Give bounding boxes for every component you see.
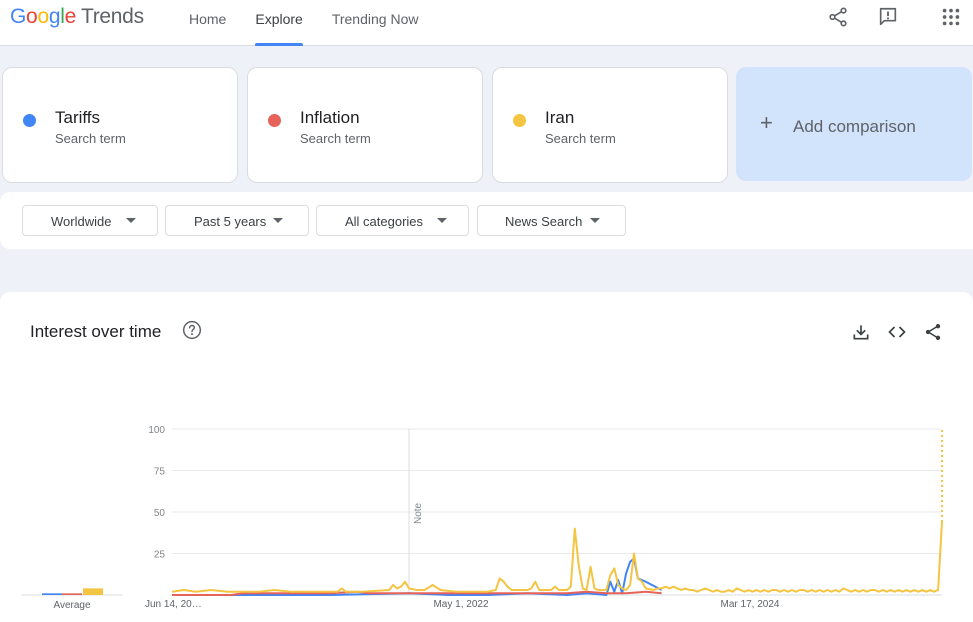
y-tick-label: 50 bbox=[154, 508, 166, 519]
y-tick-label: 100 bbox=[148, 425, 165, 436]
average-bar bbox=[83, 588, 103, 595]
x-tick-label: Jun 14, 20… bbox=[145, 599, 202, 610]
note-label: Note bbox=[413, 502, 424, 524]
interest-over-time-chart: 25 50 75 100 Note Jun 14, 20… May 1, 2022 Mar 1… bbox=[22, 425, 943, 611]
series-line-iran bbox=[171, 521, 943, 593]
y-tick-label: 25 bbox=[154, 550, 166, 561]
y-tick-label: 75 bbox=[154, 467, 166, 478]
average-label: Average bbox=[53, 600, 91, 611]
x-tick-label: Mar 17, 2024 bbox=[721, 599, 780, 610]
average-bar bbox=[62, 593, 82, 595]
average-bar bbox=[42, 593, 62, 595]
x-tick-label: May 1, 2022 bbox=[433, 599, 488, 610]
